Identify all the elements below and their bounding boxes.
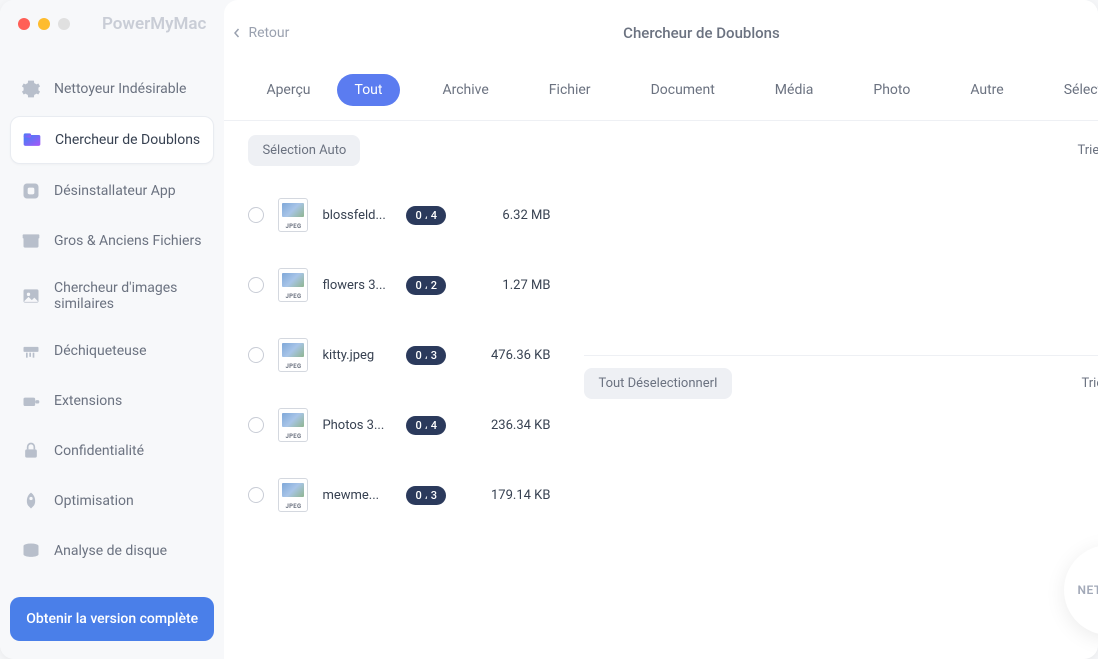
- file-size: 1.27 MB: [502, 278, 556, 293]
- sort-by-dropdown[interactable]: Trier Par: [1078, 143, 1098, 158]
- tab-photo[interactable]: Photo: [855, 74, 928, 106]
- sidebar-item-label: Désinstallateur App: [54, 183, 176, 199]
- sidebar-item-label: Déchiqueteuse: [54, 343, 147, 359]
- disk-icon: [20, 540, 42, 562]
- sidebar-nav: Nettoyeur Indésirable Chercheur de Doubl…: [0, 48, 224, 585]
- sidebar-item-label: Optimisation: [54, 493, 134, 509]
- file-size: 6.32 MB: [502, 208, 556, 223]
- tabs: Aperçu Tout Archive Fichier Document Méd…: [224, 56, 1098, 121]
- file-size: 179.14 KB: [491, 488, 556, 503]
- content: JPEG blossfeld... 0 ، 4 6.32 MB JPEG flowers …: [224, 180, 1098, 659]
- get-full-version-button[interactable]: Obtenir la version complète: [10, 597, 214, 641]
- tab-apercu[interactable]: Aperçu: [248, 74, 328, 106]
- tab-autre[interactable]: Autre: [952, 74, 1021, 106]
- image-icon: [20, 285, 42, 307]
- sidebar-item-similar-images[interactable]: Chercheur d'images similaires: [10, 268, 214, 324]
- auto-select-button[interactable]: Sélection Auto: [248, 135, 360, 166]
- sidebar: PowerMyMac Nettoyeur Indésirable Cherche…: [0, 0, 224, 659]
- gear-icon: [20, 78, 42, 100]
- page-title: Chercheur de Doublons: [623, 24, 780, 42]
- plugin-icon: [20, 390, 42, 412]
- count-badge: 0 ، 3: [406, 486, 446, 505]
- file-row[interactable]: JPEG kitty.jpeg 0 ، 3 476.36 KB: [248, 320, 556, 390]
- sidebar-item-extensions[interactable]: Extensions: [10, 378, 214, 424]
- detail-sort-by-dropdown[interactable]: Trier Par: [1082, 376, 1098, 391]
- archive-icon: [20, 230, 42, 252]
- shredder-icon: [20, 340, 42, 362]
- chevron-left-icon: [232, 28, 242, 38]
- sort-label: Trier Par: [1082, 376, 1098, 391]
- traffic-lights: [18, 18, 70, 30]
- file-row[interactable]: JPEG blossfeld... 0 ، 4 6.32 MB: [248, 180, 556, 250]
- sidebar-item-label: Extensions: [54, 393, 122, 409]
- tab-fichier[interactable]: Fichier: [531, 74, 609, 106]
- minimize-window-button[interactable]: [38, 18, 50, 30]
- folder-icon: [21, 129, 43, 151]
- sidebar-item-privacy[interactable]: Confidentialité: [10, 428, 214, 474]
- sidebar-item-shredder[interactable]: Déchiqueteuse: [10, 328, 214, 374]
- sidebar-item-disk-analysis[interactable]: Analyse de disque: [10, 528, 214, 574]
- sidebar-item-label: Analyse de disque: [54, 543, 167, 559]
- back-button[interactable]: Retour: [224, 25, 289, 41]
- detail-controls: Tout DéselectionnerI Trier Par: [584, 356, 1098, 411]
- lock-icon: [20, 440, 42, 462]
- file-list[interactable]: JPEG blossfeld... 0 ، 4 6.32 MB JPEG flowers …: [224, 180, 564, 659]
- file-name: kitty.jpeg: [322, 348, 392, 363]
- file-size: 236.34 KB: [491, 418, 556, 433]
- count-badge: 0 ، 2: [406, 276, 446, 295]
- app-window: PowerMyMac Nettoyeur Indésirable Cherche…: [0, 0, 1098, 659]
- tab-selectionne[interactable]: Sélectionné: [1046, 74, 1098, 106]
- back-label: Retour: [248, 25, 289, 41]
- app-icon: [20, 180, 42, 202]
- tab-media[interactable]: Média: [757, 74, 832, 106]
- sidebar-item-label: Gros & Anciens Fichiers: [54, 233, 201, 249]
- count-badge: 0 ، 4: [406, 416, 446, 435]
- file-name: flowers 3...: [322, 278, 392, 293]
- tab-archive[interactable]: Archive: [424, 74, 506, 106]
- sidebar-item-large-old-files[interactable]: Gros & Anciens Fichiers: [10, 218, 214, 264]
- file-name: blossfeld...: [322, 208, 392, 223]
- app-name: PowerMyMac: [102, 14, 206, 34]
- sidebar-item-duplicate-finder[interactable]: Chercheur de Doublons: [10, 116, 214, 164]
- row-checkbox[interactable]: [248, 487, 264, 503]
- sidebar-item-optimization[interactable]: Optimisation: [10, 478, 214, 524]
- sidebar-item-app-uninstaller[interactable]: Désinstallateur App: [10, 168, 214, 214]
- main-panel: Retour Chercheur de Doublons ? Aperçu To…: [224, 0, 1098, 659]
- list-controls: Sélection Auto Trier Par: [224, 121, 1098, 180]
- file-name: mewme...: [322, 488, 392, 503]
- rocket-icon: [20, 490, 42, 512]
- sidebar-item-label: Chercheur de Doublons: [55, 132, 200, 148]
- tab-document[interactable]: Document: [633, 74, 733, 106]
- cta-region: Obtenir la version complète: [10, 597, 214, 641]
- sort-label: Trier Par: [1078, 143, 1098, 158]
- file-thumbnail: JPEG: [278, 268, 308, 302]
- row-checkbox[interactable]: [248, 417, 264, 433]
- file-name: Photos 3...: [322, 418, 392, 433]
- title-bar: PowerMyMac: [0, 0, 224, 48]
- file-thumbnail: JPEG: [278, 198, 308, 232]
- detail-panel: Tout DéselectionnerI Trier Par: [564, 180, 1098, 659]
- row-checkbox[interactable]: [248, 347, 264, 363]
- close-window-button[interactable]: [18, 18, 30, 30]
- file-row[interactable]: JPEG flowers 3... 0 ، 2 1.27 MB: [248, 250, 556, 320]
- sidebar-item-junk-cleaner[interactable]: Nettoyeur Indésirable: [10, 66, 214, 112]
- sidebar-item-label: Confidentialité: [54, 443, 144, 459]
- file-thumbnail: JPEG: [278, 478, 308, 512]
- deselect-all-button[interactable]: Tout DéselectionnerI: [584, 368, 731, 399]
- tab-tout[interactable]: Tout: [337, 74, 401, 106]
- row-checkbox[interactable]: [248, 277, 264, 293]
- file-thumbnail: JPEG: [278, 408, 308, 442]
- sidebar-item-label: Chercheur d'images similaires: [54, 280, 204, 312]
- count-badge: 0 ، 3: [406, 346, 446, 365]
- file-size: 476.36 KB: [491, 348, 556, 363]
- file-row[interactable]: JPEG mewme... 0 ، 3 179.14 KB: [248, 460, 556, 530]
- file-thumbnail: JPEG: [278, 338, 308, 372]
- maximize-window-button[interactable]: [58, 18, 70, 30]
- file-row[interactable]: JPEG Photos 3... 0 ، 4 236.34 KB: [248, 390, 556, 460]
- sidebar-item-label: Nettoyeur Indésirable: [54, 81, 186, 97]
- count-badge: 0 ، 4: [406, 206, 446, 225]
- row-checkbox[interactable]: [248, 207, 264, 223]
- header: Retour Chercheur de Doublons ?: [224, 0, 1098, 56]
